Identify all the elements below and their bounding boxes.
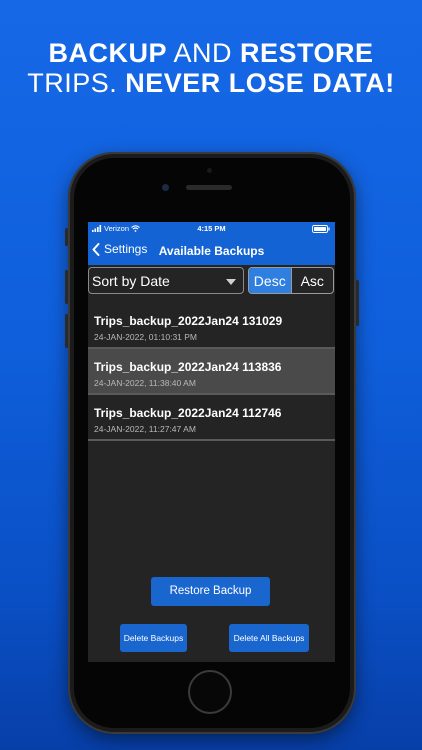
- mute-switch: [65, 228, 68, 246]
- sort-value: Sort by Date: [92, 273, 170, 289]
- backup-date: 24-JAN-2022, 11:38:40 AM: [94, 378, 196, 388]
- headline-never-lose-data: NEVER LOSE DATA!: [125, 68, 395, 98]
- page-title: Available Backups: [158, 244, 265, 258]
- delete-backups-button[interactable]: Delete Backups: [120, 624, 187, 652]
- volume-up-button: [65, 270, 68, 304]
- status-time: 4:15 PM: [197, 224, 226, 233]
- battery-icon: [312, 225, 330, 235]
- headline-and: AND: [166, 38, 240, 68]
- backup-date: 24-JAN-2022, 01:10:31 PM: [94, 332, 198, 342]
- segment-desc[interactable]: Desc: [249, 268, 291, 293]
- app-screen: Verizon 4:15 PM Settings Available Backu…: [88, 222, 335, 662]
- headline-restore: RESTORE: [240, 38, 374, 68]
- delete-all-backups-button[interactable]: Delete All Backups: [229, 624, 309, 652]
- power-button: [356, 280, 359, 326]
- backup-name: Trips_backup_2022Jan24 113836: [94, 360, 282, 374]
- list-item-selected[interactable]: Trips_backup_2022Jan24 113836 24-JAN-202…: [88, 349, 335, 395]
- list-controls: Sort by Date Desc Asc: [88, 265, 335, 303]
- front-camera-icon: [162, 184, 169, 191]
- sort-dropdown[interactable]: Sort by Date: [88, 267, 244, 294]
- volume-down-button: [65, 314, 68, 348]
- backup-name: Trips_backup_2022Jan24 112746: [94, 406, 282, 420]
- sort-order-segmented-control: Desc Asc: [248, 267, 334, 294]
- restore-backup-button[interactable]: Restore Backup: [151, 577, 270, 606]
- chevron-down-icon: [226, 279, 236, 285]
- headline-line-2: TRIPS. NEVER LOSE DATA!: [0, 68, 422, 99]
- list-item[interactable]: Trips_backup_2022Jan24 131029 24-JAN-202…: [88, 303, 335, 349]
- earpiece-speaker: [186, 185, 232, 190]
- headline-line-1: BACKUP AND RESTORE: [0, 38, 422, 69]
- proximity-sensor: [207, 168, 212, 173]
- home-button[interactable]: [188, 670, 232, 714]
- headline-trips: TRIPS.: [27, 68, 126, 98]
- headline-backup: BACKUP: [48, 38, 167, 68]
- list-item[interactable]: Trips_backup_2022Jan24 112746 24-JAN-202…: [88, 395, 335, 441]
- backup-name: Trips_backup_2022Jan24 131029: [94, 314, 283, 328]
- segment-asc[interactable]: Asc: [290, 268, 334, 293]
- backup-date: 24-JAN-2022, 11:27:47 AM: [94, 424, 196, 434]
- navigation-bar: Settings Available Backups: [88, 236, 335, 265]
- backup-list: Trips_backup_2022Jan24 131029 24-JAN-202…: [88, 303, 335, 441]
- status-bar: Verizon 4:15 PM: [88, 222, 335, 236]
